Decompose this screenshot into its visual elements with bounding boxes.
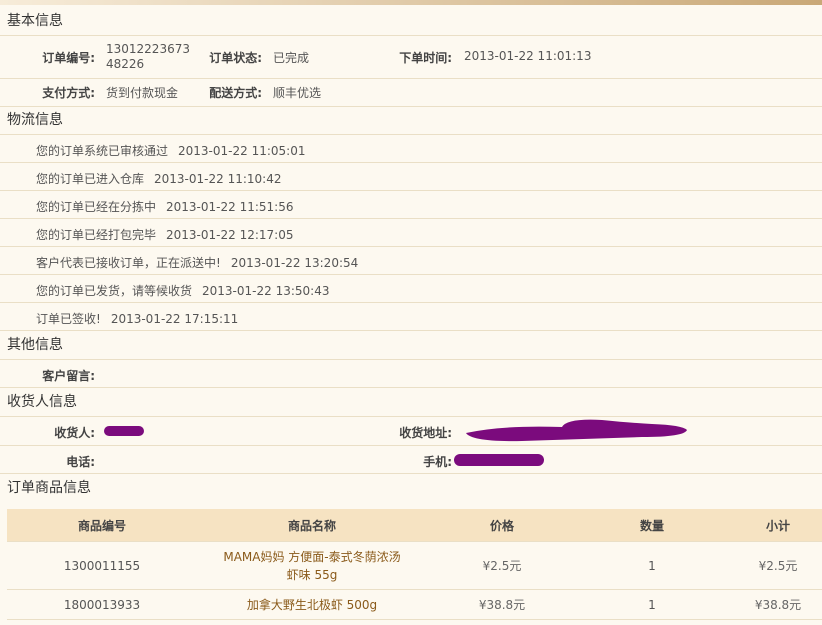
logistics-entry: 您的订单系统已审核通过 2013-01-22 11:05:01 — [0, 135, 822, 163]
goods-qty: 1 — [577, 541, 727, 590]
table-row: 1800013933 加拿大野生北极虾 500g ¥38.8元 1 ¥38.8元 — [7, 589, 822, 620]
goods-name-line2[interactable]: 虾味 55g — [287, 568, 338, 582]
section-title-receiver: 收货人信息 — [0, 388, 822, 417]
order-time-label: 下单时间: — [399, 51, 452, 65]
logistics-entry-time: 2013-01-22 13:50:43 — [202, 284, 330, 298]
top-decor-bar — [0, 0, 822, 5]
goods-subtotal: ¥38.8元 — [727, 589, 822, 620]
goods-name-line1[interactable]: MAMA妈妈 方便面-泰式冬荫浓汤 — [223, 550, 400, 564]
logistics-entry-text: 您的订单已经打包完毕 — [36, 228, 157, 242]
goods-name-link[interactable]: MAMA妈妈 方便面-泰式冬荫浓汤 虾味 55g — [197, 541, 427, 590]
logistics-entry-time: 2013-01-22 11:10:42 — [154, 172, 282, 186]
receiver-mobile-redaction — [454, 454, 544, 466]
receiver-address-redaction — [466, 419, 687, 442]
order-number-line1: 13012223673 — [106, 42, 190, 56]
order-number-value: 13012223673 48226 — [106, 42, 190, 72]
logistics-entry-text: 订单已签收! — [36, 312, 101, 326]
goods-table: 商品编号 商品名称 价格 数量 小计 1300011155 MAMA妈妈 方便面… — [7, 509, 822, 620]
receiver-mobile-label: 手机: — [423, 455, 452, 469]
logistics-entry: 客户代表已接收订单，正在派送中! 2013-01-22 13:20:54 — [0, 247, 822, 275]
logistics-entry-text: 您的订单已经在分拣中 — [36, 200, 157, 214]
other-row: 客户留言: — [0, 360, 822, 388]
goods-qty: 1 — [577, 589, 727, 620]
payment-value: 货到付款现金 — [106, 86, 179, 100]
customer-note-label: 客户留言: — [42, 369, 95, 383]
logistics-entry: 您的订单已经打包完毕 2013-01-22 12:17:05 — [0, 219, 822, 247]
logistics-entry-text: 您的订单系统已审核通过 — [36, 144, 169, 158]
receiver-row-1: 收货人: 收货地址: — [0, 417, 822, 446]
order-number-line2: 48226 — [106, 57, 145, 71]
col-header-code: 商品编号 — [7, 509, 197, 542]
shipping-label: 配送方式: — [209, 86, 262, 100]
basic-row-2: 支付方式: 货到付款现金 配送方式: 顺丰优选 — [0, 79, 822, 107]
receiver-phone-label: 电话: — [66, 455, 95, 469]
order-status-value: 已完成 — [273, 51, 310, 65]
goods-subtotal: ¥2.5元 — [727, 541, 822, 590]
receiver-row-2: 电话: 手机: — [0, 446, 822, 474]
table-row: 1300011155 MAMA妈妈 方便面-泰式冬荫浓汤 虾味 55g ¥2.5… — [7, 541, 822, 590]
goods-price: ¥38.8元 — [427, 589, 577, 620]
col-header-qty: 数量 — [577, 509, 727, 542]
goods-table-header: 商品编号 商品名称 价格 数量 小计 — [7, 509, 822, 542]
logistics-entry-text: 客户代表已接收订单，正在派送中! — [36, 256, 221, 270]
receiver-name-label: 收货人: — [54, 426, 95, 440]
col-header-subtotal: 小计 — [727, 509, 822, 542]
order-time-value: 2013-01-22 11:01:13 — [464, 49, 592, 63]
goods-code: 1800013933 — [7, 589, 197, 620]
logistics-entry-time: 2013-01-22 17:15:11 — [110, 312, 239, 326]
col-header-name: 商品名称 — [197, 509, 427, 542]
logistics-entry: 您的订单已进入仓库 2013-01-22 11:10:42 — [0, 163, 822, 191]
logistics-entry-text: 您的订单已进入仓库 — [36, 172, 145, 186]
goods-code: 1300011155 — [7, 541, 197, 590]
basic-row-1: 订单编号: 13012223673 48226 订单状态: 已完成 下单时间: … — [0, 36, 822, 79]
order-number-label: 订单编号: — [42, 51, 95, 65]
shipping-value: 顺丰优选 — [273, 86, 322, 100]
section-title-basic: 基本信息 — [0, 7, 822, 36]
section-title-other: 其他信息 — [0, 331, 822, 360]
receiver-address-label: 收货地址: — [399, 426, 452, 440]
section-title-goods: 订单商品信息 — [7, 480, 91, 496]
logistics-entry: 您的订单已发货，请等候收货 2013-01-22 13:50:43 — [0, 275, 822, 303]
receiver-name-redaction — [104, 426, 144, 436]
goods-name-link[interactable]: 加拿大野生北极虾 500g — [197, 589, 427, 620]
payment-label: 支付方式: — [42, 86, 95, 100]
logistics-entry-time: 2013-01-22 13:20:54 — [230, 256, 359, 270]
logistics-entry: 订单已签收! 2013-01-22 17:15:11 — [0, 303, 822, 331]
logistics-entry: 您的订单已经在分拣中 2013-01-22 11:51:56 — [0, 191, 822, 219]
logistics-entry-text: 您的订单已发货，请等候收货 — [36, 284, 193, 298]
order-status-label: 订单状态: — [209, 51, 262, 65]
section-title-logistics: 物流信息 — [0, 107, 822, 135]
logistics-entry-time: 2013-01-22 11:51:56 — [166, 200, 294, 214]
goods-price: ¥2.5元 — [427, 541, 577, 590]
logistics-entry-time: 2013-01-22 12:17:05 — [166, 228, 294, 242]
col-header-price: 价格 — [427, 509, 577, 542]
logistics-entry-time: 2013-01-22 11:05:01 — [178, 144, 306, 158]
